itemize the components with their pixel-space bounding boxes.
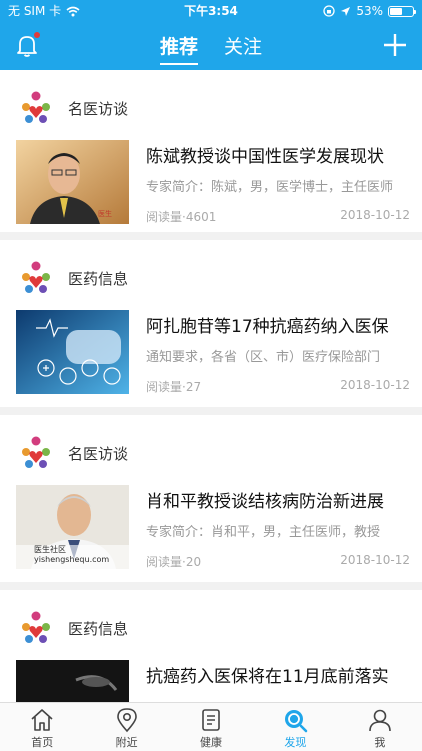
card-header: 名医访谈	[16, 88, 128, 128]
read-count: 阅读量·4601	[146, 210, 217, 224]
card-header: 医药信息	[16, 258, 128, 298]
tabbar-nearby-label: 附近	[115, 736, 138, 749]
tabbar-discover-label: 发现	[284, 736, 307, 749]
article-thumbnail	[16, 310, 129, 394]
card-category: 名医访谈	[68, 99, 129, 118]
battery-fill	[390, 7, 402, 15]
source-logo-icon	[22, 91, 50, 123]
source-logo-icon	[22, 261, 50, 293]
read-count: 阅读量·27	[146, 380, 202, 394]
article-summary: 专家简介：陈斌，男，医学博士，主任医师	[146, 180, 394, 195]
medical-tech-image	[16, 310, 129, 394]
article-date: 2018-10-12	[340, 208, 410, 222]
tabbar-nearby[interactable]: 附近	[84, 703, 168, 751]
plus-icon	[384, 34, 406, 56]
article-thumbnail: 医生社区 yishengshequ.com	[16, 485, 129, 569]
article-summary: 专家简介：肖和平，男，主任医师，教授	[146, 525, 381, 540]
tab-recommended[interactable]: 推荐	[159, 32, 198, 65]
article-title: 抗癌药入医保将在11月底前落实	[146, 667, 389, 687]
battery-percent: 53%	[356, 4, 383, 18]
tabbar-home[interactable]: 首页	[0, 703, 84, 751]
article-date: 2018-10-12	[340, 553, 410, 567]
tabbar-me-label: 我	[374, 736, 386, 749]
article-card[interactable]: 医药信息 阿扎胞苷等17种抗癌药纳入医保 通知要求，各省（区、市）医疗保险部门 …	[0, 240, 422, 415]
add-button[interactable]	[382, 32, 408, 58]
article-card[interactable]: 名医访谈 医生 陈斌教授谈中国性医学发展现状 专家简介：陈斌，男，医学博士，主任…	[0, 70, 422, 240]
nav-bar: 推荐 关注	[0, 22, 422, 70]
article-thumbnail	[16, 660, 129, 702]
article-card[interactable]: 名医访谈 医生社区 yishengshequ.com 肖和平教授谈结核病防治新进…	[0, 415, 422, 590]
article-feed: 名医访谈 医生 陈斌教授谈中国性医学发展现状 专家简介：陈斌，男，医学博士，主任…	[0, 70, 422, 702]
card-header: 医药信息	[16, 608, 128, 648]
card-header: 名医访谈	[16, 433, 128, 473]
location-arrow-icon	[341, 6, 351, 16]
read-count: 阅读量·20	[146, 555, 202, 569]
tabbar-home-label: 首页	[31, 736, 54, 749]
feed-tabs: 推荐 关注	[0, 32, 422, 65]
source-logo-icon	[22, 436, 50, 468]
article-title: 肖和平教授谈结核病防治新进展	[146, 492, 384, 512]
tab-following[interactable]: 关注	[224, 32, 262, 63]
home-icon	[31, 709, 53, 731]
status-bar: 无 SIM 卡 下午3:54 53%	[0, 0, 422, 22]
article-summary: 通知要求，各省（区、市）医疗保险部门	[146, 350, 381, 365]
card-category: 医药信息	[68, 269, 129, 288]
tabbar-health-label: 健康	[200, 736, 223, 749]
orientation-lock-icon	[323, 5, 335, 17]
article-date: 2018-10-12	[340, 378, 410, 392]
bottom-tab-bar: 首页 附近 健康 发现 我	[0, 702, 422, 751]
tabbar-me[interactable]: 我	[338, 703, 422, 751]
dark-photo-image	[16, 660, 129, 702]
status-right: 53%	[323, 0, 416, 22]
article-card[interactable]: 医药信息 抗癌药入医保将在11月底前落实	[0, 590, 422, 702]
source-logo-icon	[22, 611, 50, 643]
discover-search-icon	[285, 710, 308, 733]
watermark-label: 医生社区 yishengshequ.com	[34, 545, 110, 564]
svg-text:医生: 医生	[98, 209, 112, 218]
tabbar-health[interactable]: 健康	[169, 703, 253, 751]
user-icon	[369, 709, 391, 732]
document-icon	[202, 709, 220, 731]
article-title: 阿扎胞苷等17种抗癌药纳入医保	[146, 317, 389, 337]
battery-icon	[388, 5, 416, 17]
card-category: 医药信息	[68, 619, 129, 638]
top-bar: 无 SIM 卡 下午3:54 53% 推荐 关注	[0, 0, 422, 70]
location-pin-icon	[116, 708, 137, 733]
card-category: 名医访谈	[68, 444, 129, 463]
article-thumbnail: 医生	[16, 140, 129, 224]
doctor-portrait-image: 医生	[16, 140, 129, 224]
tabbar-discover[interactable]: 发现	[253, 703, 337, 751]
article-title: 陈斌教授谈中国性医学发展现状	[146, 147, 384, 167]
